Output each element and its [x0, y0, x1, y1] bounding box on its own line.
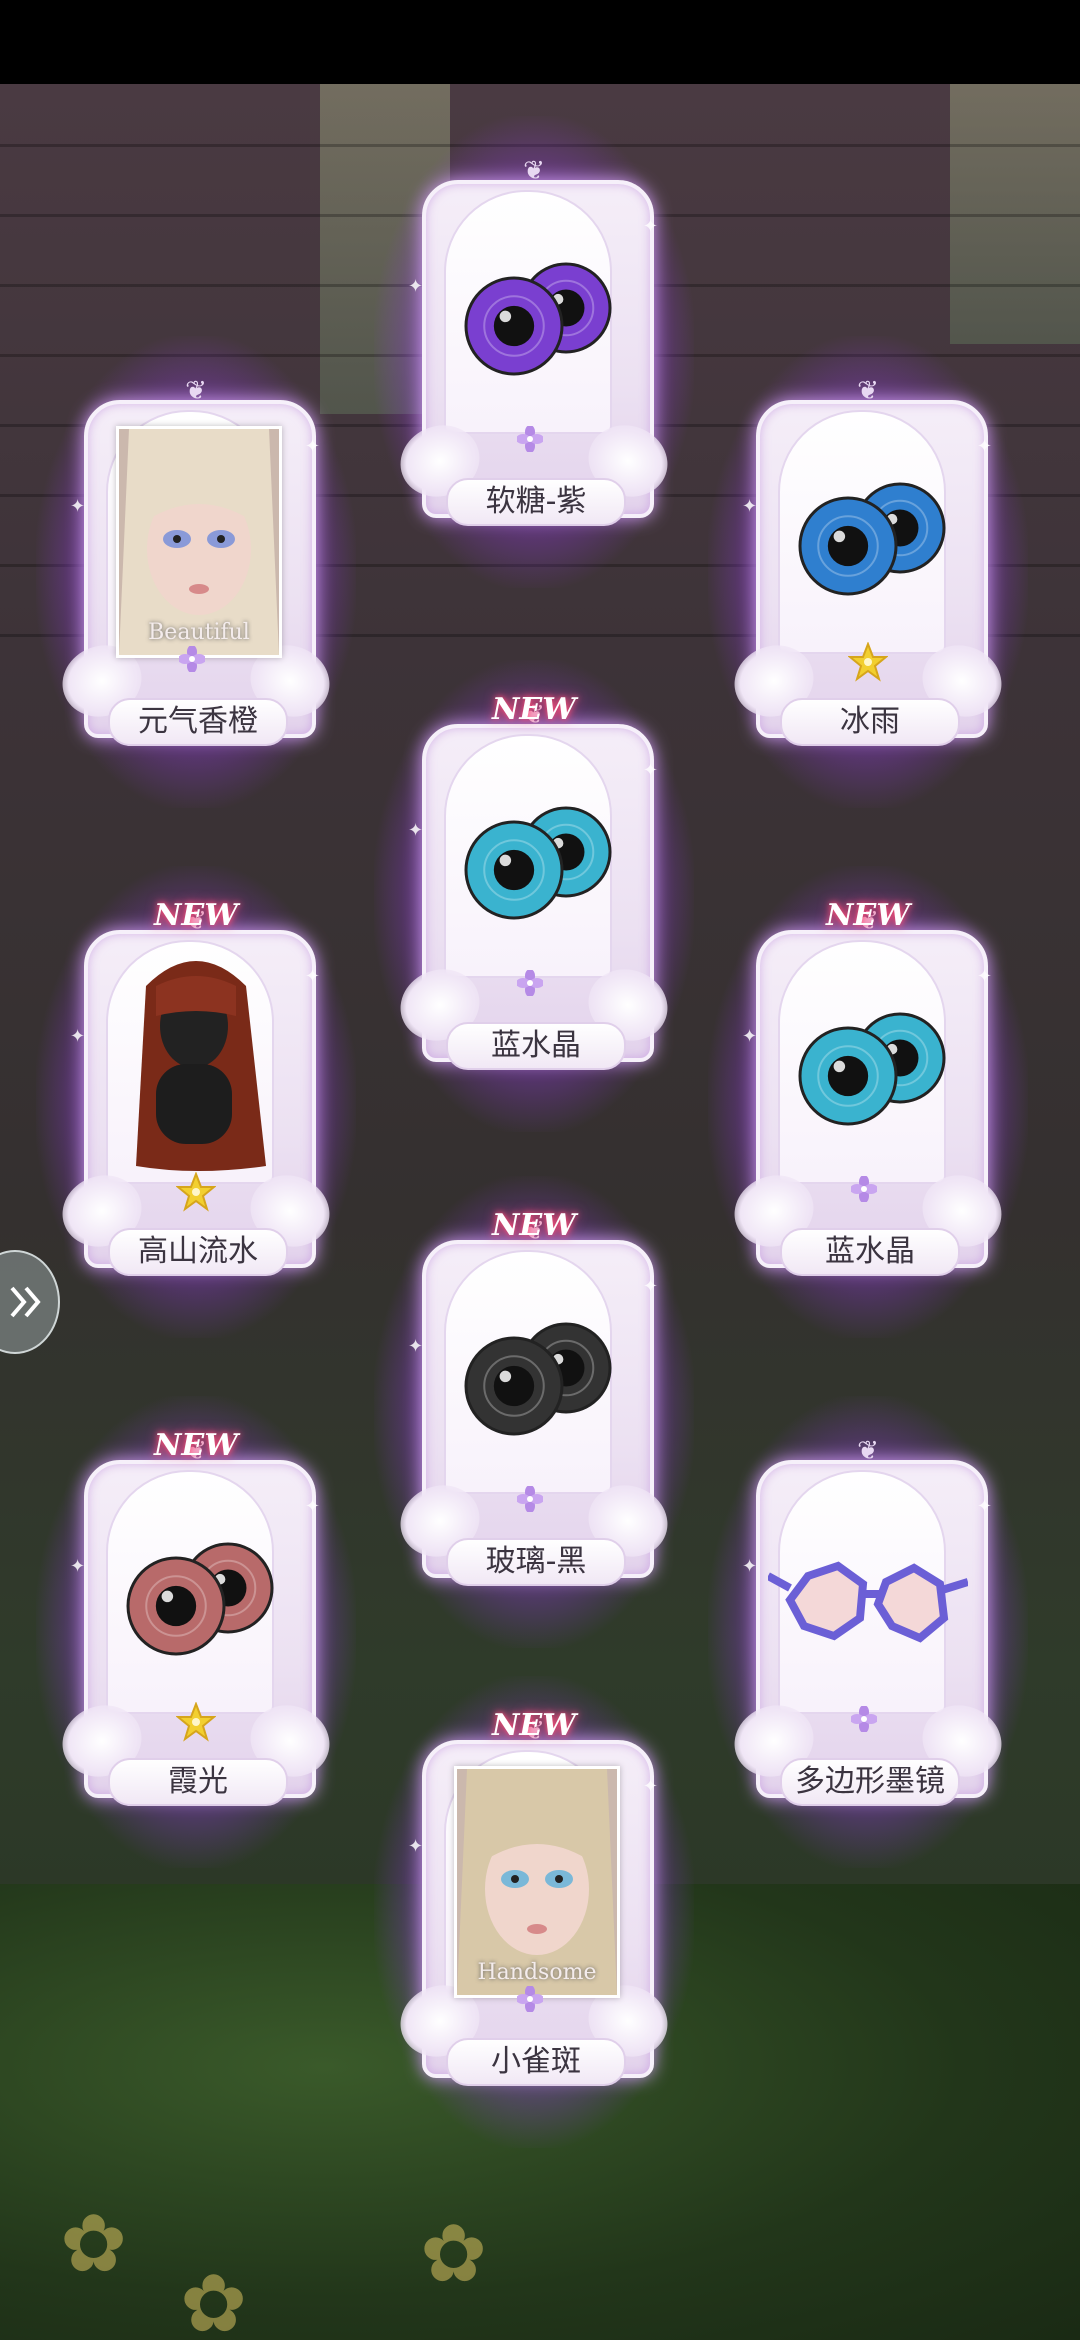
sparkle-icon: ✦	[642, 1776, 658, 1797]
bow-icon: ❦	[523, 156, 545, 186]
decor-flower-icon: ✿	[180, 2257, 248, 2340]
item-name: 蓝水晶	[446, 1022, 626, 1070]
sparkle-icon: ✦	[976, 966, 992, 987]
eye-lens-icon	[788, 1006, 948, 1126]
sparkle-icon: ✦	[304, 436, 320, 457]
sparkle-icon: ✦	[70, 1026, 86, 1047]
flower-rarity-icon	[850, 1175, 878, 1203]
sparkle-icon: ✦	[642, 1276, 658, 1297]
bow-icon: ❦	[857, 1436, 879, 1466]
flower-rarity-icon	[850, 1705, 878, 1733]
sparkle-icon: ✦	[408, 820, 424, 841]
item-name: 软糖-紫	[446, 478, 626, 526]
makeup-portrait: Beautiful	[116, 426, 282, 658]
new-badge: NEW	[484, 1706, 584, 1746]
makeup-portrait: Handsome	[454, 1766, 620, 1998]
bow-icon: ❦	[185, 376, 207, 406]
reward-card[interactable]: ❦ Handsome 小雀斑 NEW ✦ ✦	[374, 1676, 694, 2148]
sparkle-icon: ✦	[408, 1336, 424, 1357]
item-name: 多边形墨镜	[780, 1758, 960, 1806]
sparkle-icon: ✦	[976, 1496, 992, 1517]
reward-card[interactable]: ❦ 蓝水晶 NEW ✦ ✦	[374, 660, 694, 1132]
sparkle-icon: ✦	[408, 276, 424, 297]
item-name: 小雀斑	[446, 2038, 626, 2086]
item-name: 玻璃-黑	[446, 1538, 626, 1586]
reward-card[interactable]: ❦ 冰雨 ✦ ✦	[708, 336, 1028, 808]
new-badge: NEW	[484, 1206, 584, 1246]
item-name: 高山流水	[108, 1228, 288, 1276]
decor-flower-icon: ✿	[420, 2207, 488, 2300]
eye-lens-icon	[788, 476, 948, 596]
reward-card[interactable]: ❦ 软糖-紫 ✦ ✦	[374, 116, 694, 588]
reward-card[interactable]: ❦ 玻璃-黑 NEW ✦ ✦	[374, 1176, 694, 1648]
reward-card[interactable]: ❦ 霞光 NEW ✦ ✦	[36, 1396, 356, 1868]
eye-lens-icon	[454, 256, 614, 376]
flower-rarity-icon	[516, 1485, 544, 1513]
reward-card[interactable]: ❦ Beautiful 元气香橙 ✦ ✦	[36, 336, 356, 808]
new-badge: NEW	[146, 1426, 246, 1466]
reward-card[interactable]: ❦ 蓝水晶 NEW ✦ ✦	[708, 866, 1028, 1338]
item-name: 冰雨	[780, 698, 960, 746]
hairstyle-icon	[116, 946, 276, 1176]
flower-rarity-icon	[516, 425, 544, 453]
eye-lens-icon	[454, 800, 614, 920]
portrait-caption: Handsome	[477, 1960, 597, 1985]
item-name: 蓝水晶	[780, 1228, 960, 1276]
sparkle-icon: ✦	[70, 1556, 86, 1577]
flower-rarity-icon	[516, 969, 544, 997]
sparkle-icon: ✦	[976, 436, 992, 457]
reward-card[interactable]: ❦ 高山流水 NEW ✦ ✦	[36, 866, 356, 1338]
new-badge: NEW	[146, 896, 246, 936]
bow-icon: ❦	[857, 376, 879, 406]
flower-rarity-icon	[516, 1985, 544, 2013]
new-badge: NEW	[818, 896, 918, 936]
reward-card[interactable]: ❦ 多边形墨镜 ✦ ✦	[708, 1396, 1028, 1868]
sparkle-icon: ✦	[304, 1496, 320, 1517]
sparkle-icon: ✦	[742, 496, 758, 517]
item-name: 元气香橙	[108, 698, 288, 746]
portrait-caption: Beautiful	[148, 620, 250, 645]
decor-flower-icon: ✿	[60, 2197, 128, 2290]
sparkle-icon: ✦	[742, 1556, 758, 1577]
status-bar	[0, 0, 1080, 84]
sparkle-icon: ✦	[642, 760, 658, 781]
star-rarity-icon	[175, 1701, 217, 1742]
eye-lens-icon	[116, 1536, 276, 1656]
star-rarity-icon	[175, 1171, 217, 1212]
item-name: 霞光	[108, 1758, 288, 1806]
sunglasses-icon	[766, 1546, 970, 1666]
new-badge: NEW	[484, 690, 584, 730]
star-rarity-icon	[847, 641, 889, 682]
eye-lens-icon	[454, 1316, 614, 1436]
flower-rarity-icon	[178, 645, 206, 673]
sparkle-icon: ✦	[742, 1026, 758, 1047]
sparkle-icon: ✦	[642, 216, 658, 237]
sparkle-icon: ✦	[304, 966, 320, 987]
sparkle-icon: ✦	[408, 1836, 424, 1857]
sparkle-icon: ✦	[70, 496, 86, 517]
